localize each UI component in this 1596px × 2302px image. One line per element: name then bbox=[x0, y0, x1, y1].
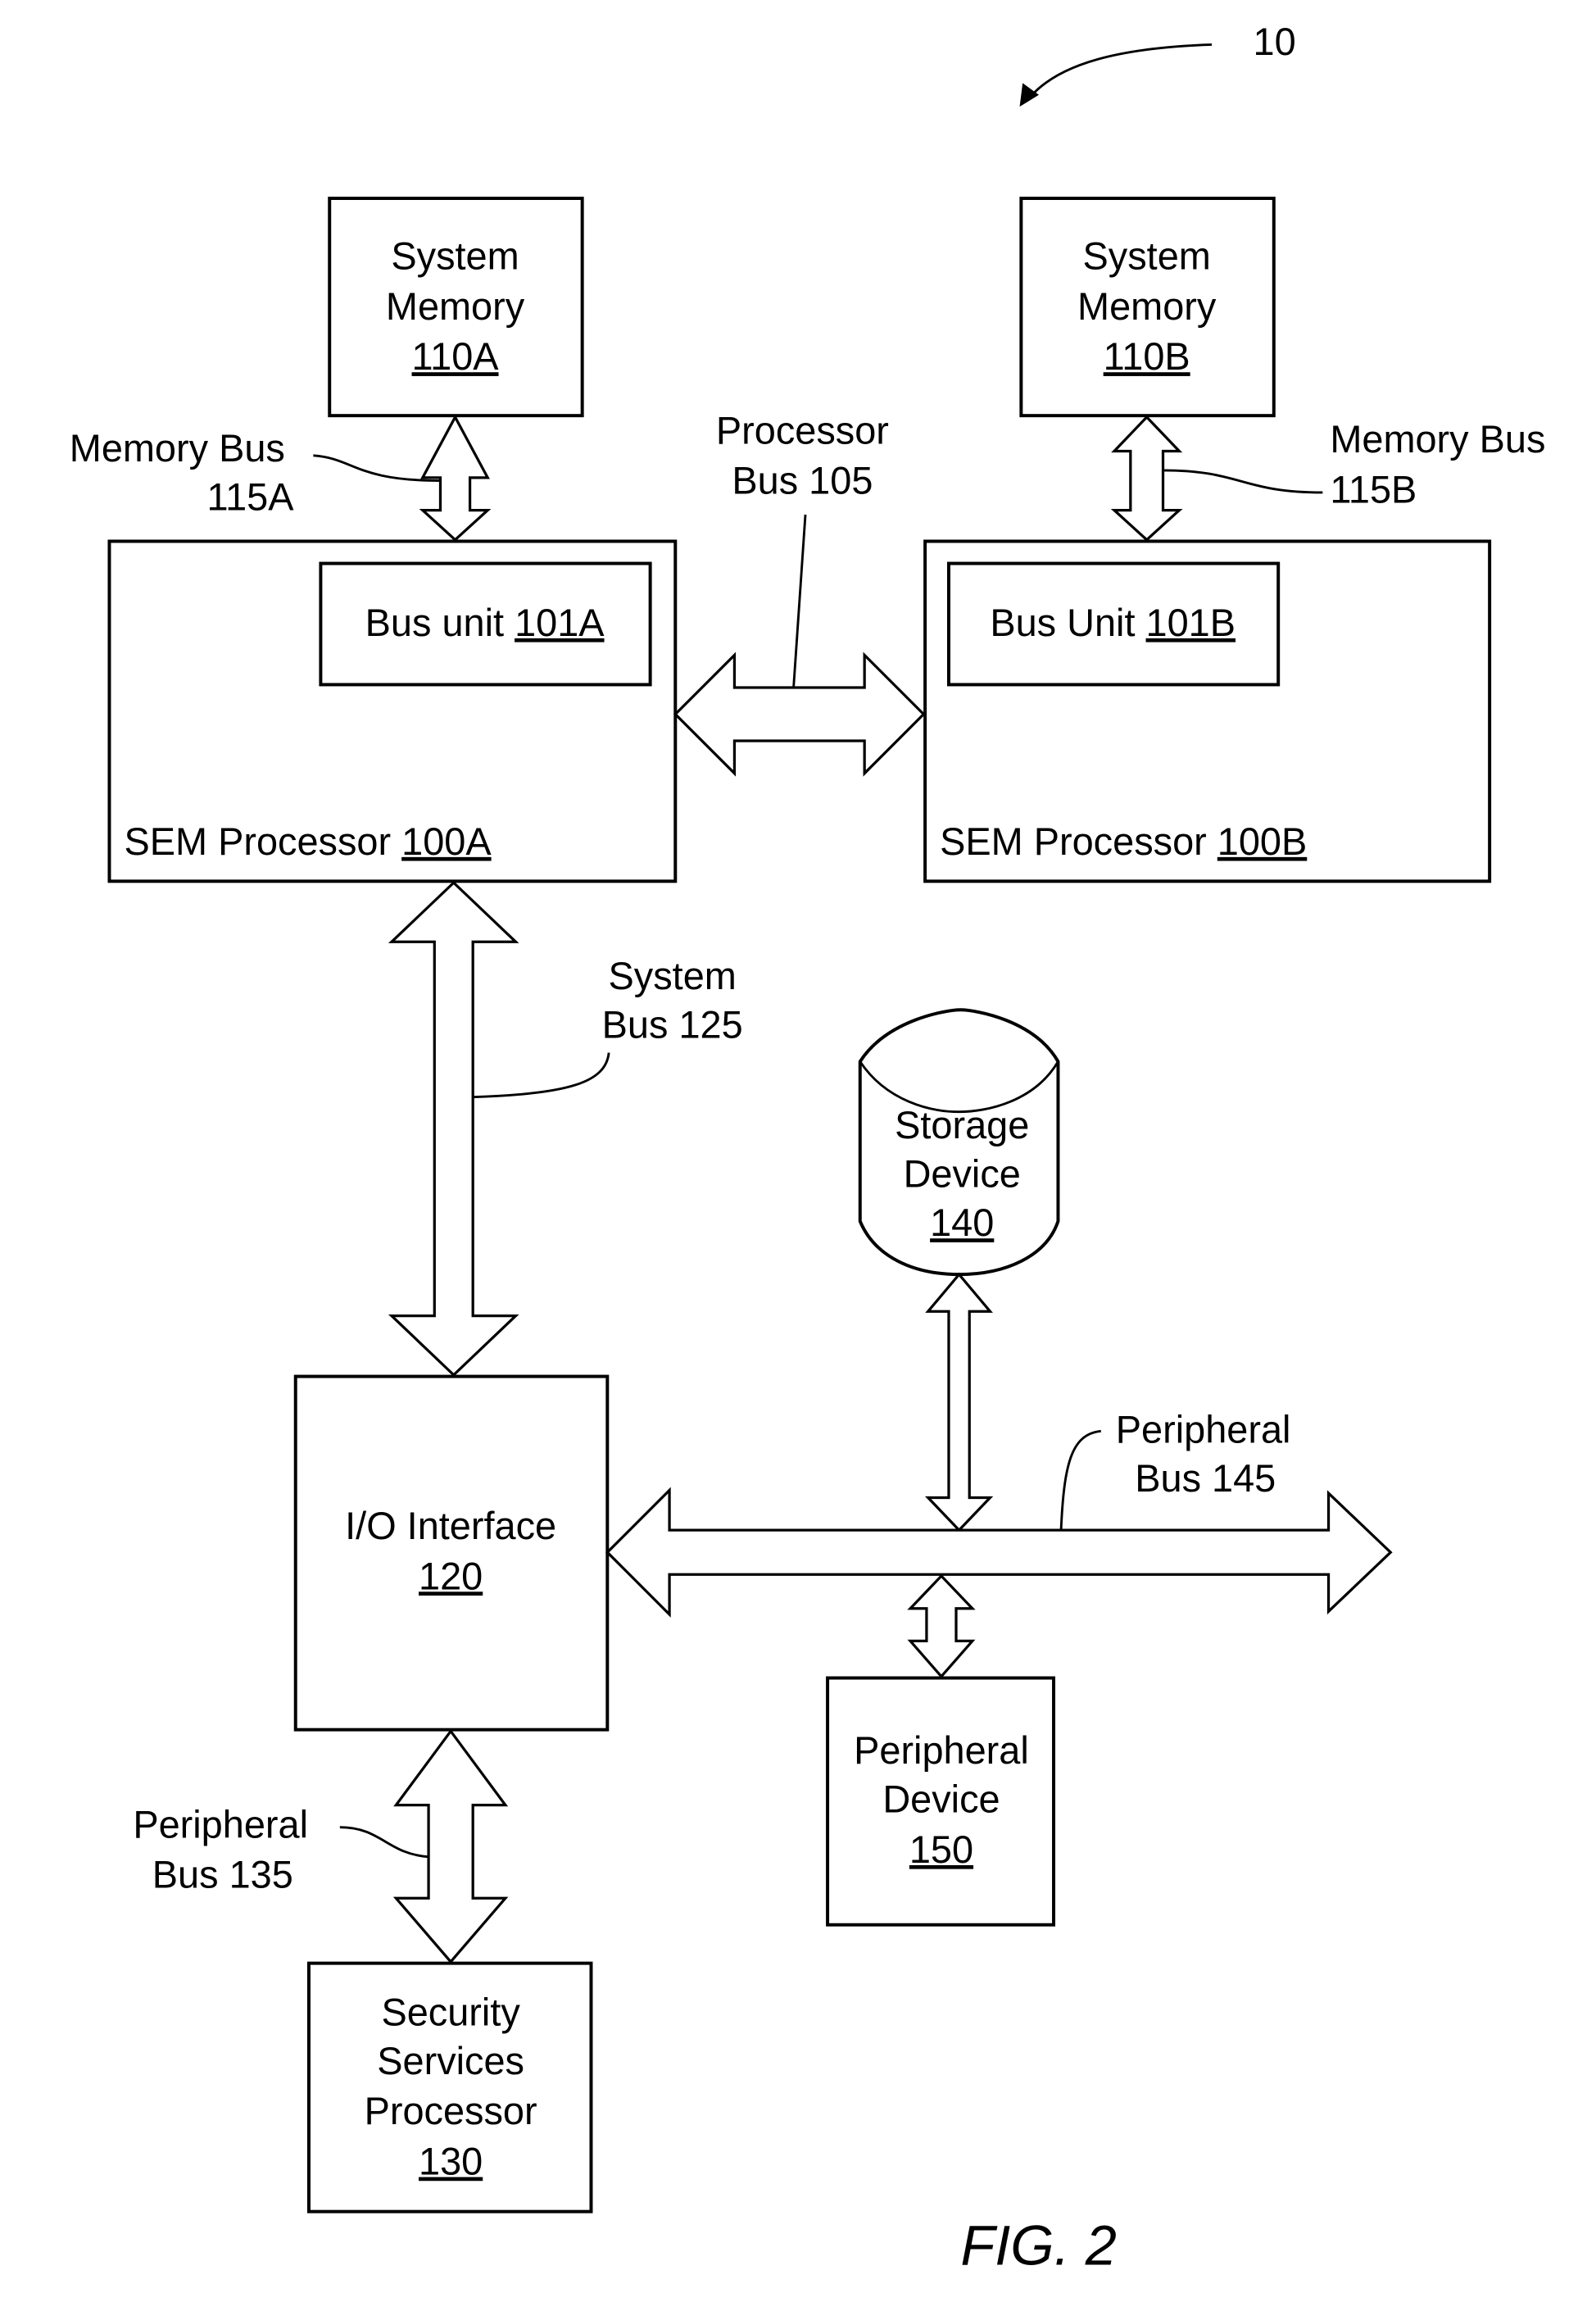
sem-processor-100a-label: SEM Processor 100A bbox=[125, 820, 492, 863]
peripheral-bus-135-leader bbox=[339, 1826, 429, 1859]
memory-bus-115b-label-2: 115B bbox=[1330, 469, 1417, 511]
ref-10-arrowhead bbox=[1019, 83, 1040, 107]
peripheral-bus-135-arrow bbox=[392, 1728, 509, 1964]
ssp-line3: Processor bbox=[365, 2090, 537, 2132]
io-line1: I/O Interface bbox=[345, 1505, 556, 1547]
mem-a-line1: System bbox=[391, 235, 519, 278]
system-ref-10: 10 bbox=[1254, 20, 1296, 63]
system-bus-125-label-2: Bus 125 bbox=[602, 1004, 743, 1047]
peripheral-bus-145-leader bbox=[1059, 1429, 1101, 1531]
peripheral-bus-135-label-2: Bus 135 bbox=[152, 1854, 293, 1896]
patent-diagram: 10 System Memory 110A System Memory 110B… bbox=[70, 20, 1546, 2277]
system-bus-125-label-1: System bbox=[609, 955, 737, 997]
peripheral-bus-145-label-1: Peripheral bbox=[1116, 1409, 1291, 1451]
mem-a-ref: 110A bbox=[412, 335, 500, 378]
peripheral-device-arrow bbox=[907, 1573, 976, 1679]
processor-bus-105-leader bbox=[792, 514, 807, 688]
memory-bus-115a-arrow bbox=[419, 414, 492, 542]
ssp-ref: 130 bbox=[419, 2141, 483, 2183]
memory-bus-115b-leader bbox=[1163, 469, 1323, 494]
ssp-line1: Security bbox=[381, 1991, 520, 2033]
periph-dev-line1: Peripheral bbox=[854, 1729, 1029, 1772]
io-ref: 120 bbox=[419, 1555, 483, 1597]
system-bus-125-leader bbox=[473, 1052, 610, 1099]
ref-10-leader-arrow bbox=[1026, 43, 1213, 102]
mem-b-line2: Memory bbox=[1077, 285, 1217, 328]
periph-dev-ref: 150 bbox=[909, 1828, 973, 1871]
io-interface-120 bbox=[293, 1374, 610, 1732]
system-bus-125-arrow bbox=[388, 880, 519, 1378]
processor-bus-105-label-2: Bus 105 bbox=[732, 460, 873, 502]
peripheral-bus-135-label-1: Peripheral bbox=[133, 1803, 308, 1846]
storage-line2: Device bbox=[904, 1153, 1021, 1196]
processor-bus-105-arrow bbox=[673, 652, 926, 777]
figure-label: FIG. 2 bbox=[960, 2214, 1116, 2277]
bus-unit-101a-label: Bus unit 101A bbox=[365, 602, 605, 644]
peripheral-bus-145-arrow bbox=[605, 1487, 1393, 1618]
storage-ref: 140 bbox=[930, 1201, 994, 1244]
memory-bus-115b-arrow bbox=[1110, 415, 1183, 542]
storage-bus-arrow bbox=[924, 1272, 994, 1532]
memory-bus-115b-label-1: Memory Bus bbox=[1330, 418, 1545, 461]
memory-bus-115a-leader bbox=[313, 454, 441, 482]
memory-bus-115a-label-2: 115A bbox=[207, 476, 295, 519]
sem-processor-100b-label: SEM Processor 100B bbox=[940, 820, 1307, 863]
mem-a-line2: Memory bbox=[386, 285, 525, 328]
mem-b-ref: 110B bbox=[1104, 335, 1190, 378]
mem-b-line1: System bbox=[1083, 235, 1211, 278]
peripheral-bus-145-label-2: Bus 145 bbox=[1135, 1457, 1276, 1500]
memory-bus-115a-label-1: Memory Bus bbox=[70, 427, 285, 470]
processor-bus-105-label-1: Processor bbox=[716, 409, 889, 452]
bus-unit-101b-label: Bus Unit 101B bbox=[990, 602, 1236, 644]
ssp-line2: Services bbox=[377, 2040, 524, 2082]
periph-dev-line2: Device bbox=[882, 1778, 1000, 1821]
storage-line1: Storage bbox=[895, 1104, 1029, 1146]
